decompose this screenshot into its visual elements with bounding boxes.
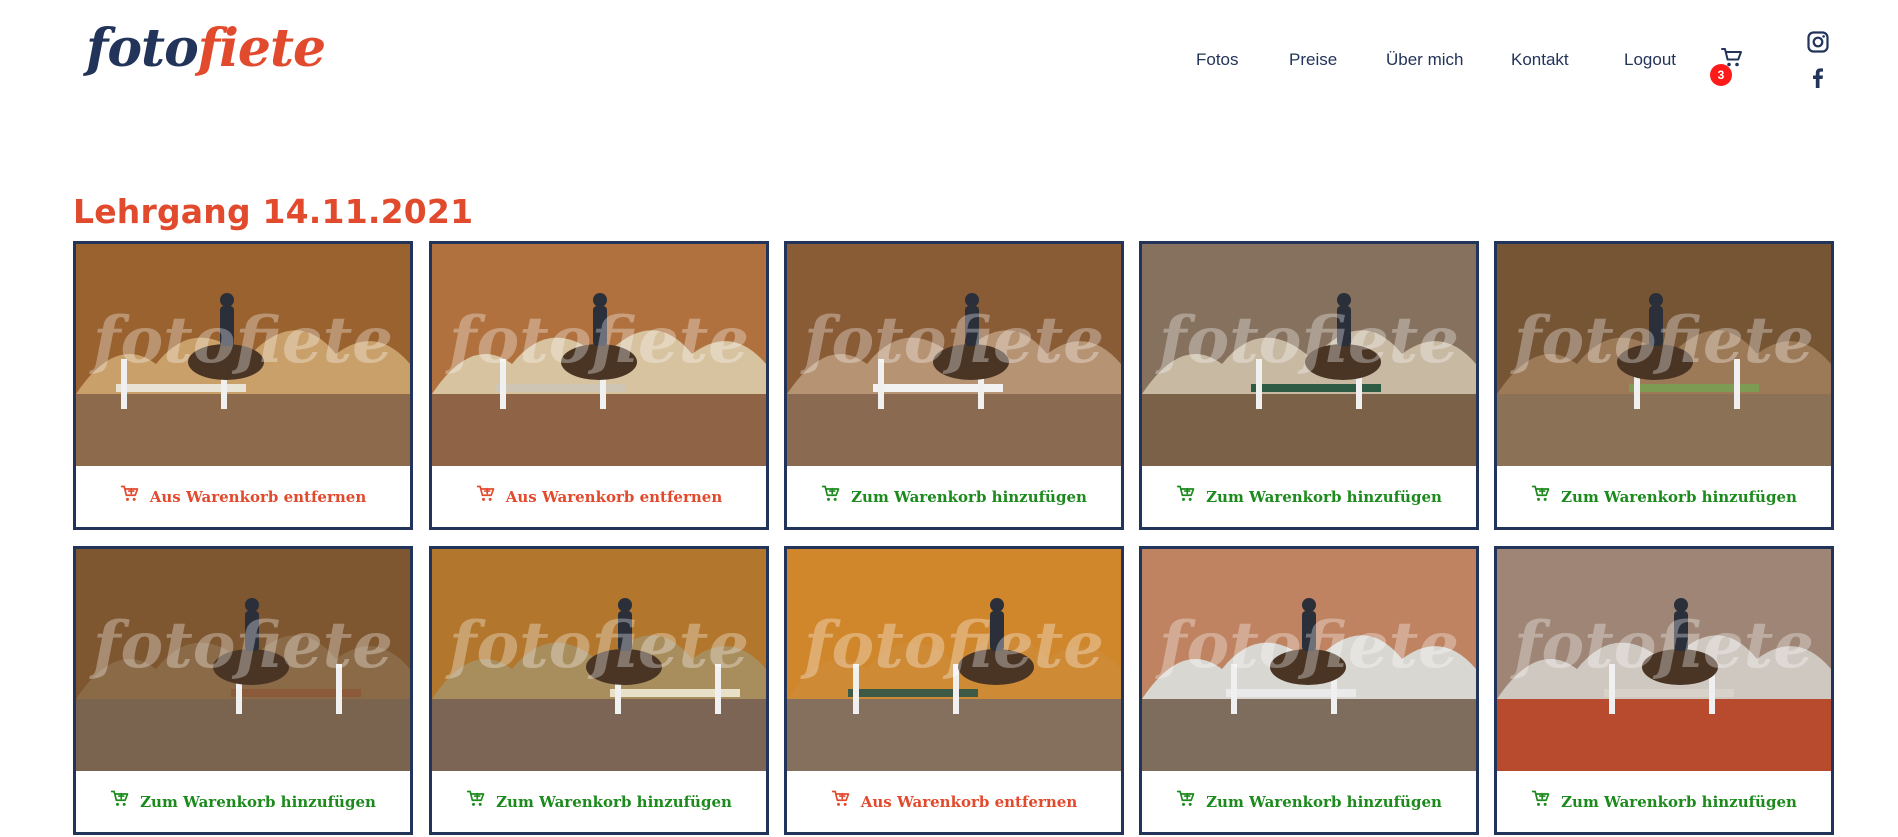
photo-card: fotofiete Aus Warenkorb entfernen [73,241,413,530]
photo-thumbnail[interactable]: fotofiete [787,244,1121,466]
photo-thumbnail[interactable]: fotofiete [1497,244,1831,466]
cart-action-label: Zum Warenkorb hinzufügen [851,487,1087,506]
photo-thumbnail[interactable]: fotofiete [1497,549,1831,771]
cart-button[interactable]: 3 [1710,46,1756,90]
nav-preise[interactable]: Preise [1289,50,1337,70]
cart-action-label: Zum Warenkorb hinzufügen [1561,792,1797,811]
cart-count-badge: 3 [1710,64,1732,86]
cart-plus-icon [476,484,496,509]
photo-card: fotofiete Zum Warenkorb hinzufügen [1139,241,1479,530]
photo-card: fotofiete Aus Warenkorb entfernen [784,546,1124,835]
remove-from-cart-button[interactable]: Aus Warenkorb entfernen [76,466,410,527]
nav-fotos[interactable]: Fotos [1196,50,1239,70]
svg-text:fotofiete: fotofiete [445,303,749,378]
add-to-cart-button[interactable]: Zum Warenkorb hinzufügen [76,771,410,832]
add-to-cart-button[interactable]: Zum Warenkorb hinzufügen [1142,466,1476,527]
add-to-cart-button[interactable]: Zum Warenkorb hinzufügen [787,466,1121,527]
cart-action-label: Aus Warenkorb entfernen [860,792,1078,811]
photo-thumbnail[interactable]: fotofiete [432,549,766,771]
cart-action-label: Aus Warenkorb entfernen [505,487,723,506]
photo-thumbnail[interactable]: fotofiete [787,549,1121,771]
site-logo[interactable]: foto fiete [86,14,326,84]
svg-text:fotofiete: fotofiete [1155,608,1459,683]
svg-text:fotofiete: fotofiete [89,608,393,683]
photo-card: fotofiete Zum Warenkorb hinzufügen [429,546,769,835]
photo-thumbnail[interactable]: fotofiete [1142,549,1476,771]
cart-plus-icon [821,484,841,509]
cart-action-label: Zum Warenkorb hinzufügen [1561,487,1797,506]
cart-plus-icon [110,789,130,814]
cart-action-label: Zum Warenkorb hinzufügen [140,792,376,811]
logo-part-fiete: fiete [197,18,326,79]
photo-card: fotofiete Zum Warenkorb hinzufügen [73,546,413,835]
photo-card: fotofiete Zum Warenkorb hinzufügen [1494,546,1834,835]
cart-action-label: Zum Warenkorb hinzufügen [496,792,732,811]
cart-plus-icon [120,484,140,509]
add-to-cart-button[interactable]: Zum Warenkorb hinzufügen [1497,771,1831,832]
add-to-cart-button[interactable]: Zum Warenkorb hinzufügen [1142,771,1476,832]
photo-card: fotofiete Zum Warenkorb hinzufügen [784,241,1124,530]
photo-thumbnail[interactable]: fotofiete [432,244,766,466]
cart-plus-icon [466,789,486,814]
nav-logout[interactable]: Logout [1624,50,1676,70]
remove-from-cart-button[interactable]: Aus Warenkorb entfernen [432,466,766,527]
facebook-link[interactable] [1806,66,1830,90]
cart-plus-icon [1176,484,1196,509]
add-to-cart-button[interactable]: Zum Warenkorb hinzufügen [1497,466,1831,527]
nav-kontakt[interactable]: Kontakt [1511,50,1569,70]
photo-thumbnail[interactable]: fotofiete [76,549,410,771]
cart-plus-icon [831,789,851,814]
svg-text:fotofiete: fotofiete [800,303,1104,378]
photo-thumbnail[interactable]: fotofiete [1142,244,1476,466]
photo-card: fotofiete Aus Warenkorb entfernen [429,241,769,530]
cart-plus-icon [1531,789,1551,814]
nav-ueber-mich[interactable]: Über mich [1386,50,1463,70]
remove-from-cart-button[interactable]: Aus Warenkorb entfernen [787,771,1121,832]
add-to-cart-button[interactable]: Zum Warenkorb hinzufügen [432,771,766,832]
svg-text:fotofiete: fotofiete [800,608,1104,683]
svg-text:fotofiete: fotofiete [1510,303,1814,378]
facebook-icon [1813,68,1823,88]
cart-plus-icon [1531,484,1551,509]
cart-plus-icon [1176,789,1196,814]
photo-thumbnail[interactable]: fotofiete [76,244,410,466]
svg-text:fotofiete: fotofiete [89,303,393,378]
photo-card: fotofiete Zum Warenkorb hinzufügen [1494,241,1834,530]
logo-part-foto: foto [86,18,199,79]
cart-action-label: Zum Warenkorb hinzufügen [1206,487,1442,506]
instagram-link[interactable] [1806,30,1830,54]
svg-text:fotofiete: fotofiete [445,608,749,683]
svg-text:fotofiete: fotofiete [1510,608,1814,683]
cart-action-label: Zum Warenkorb hinzufügen [1206,792,1442,811]
instagram-icon [1807,31,1829,53]
album-title: Lehrgang 14.11.2021 [73,192,474,231]
svg-text:fotofiete: fotofiete [1155,303,1459,378]
photo-card: fotofiete Zum Warenkorb hinzufügen [1139,546,1479,835]
cart-action-label: Aus Warenkorb entfernen [149,487,367,506]
